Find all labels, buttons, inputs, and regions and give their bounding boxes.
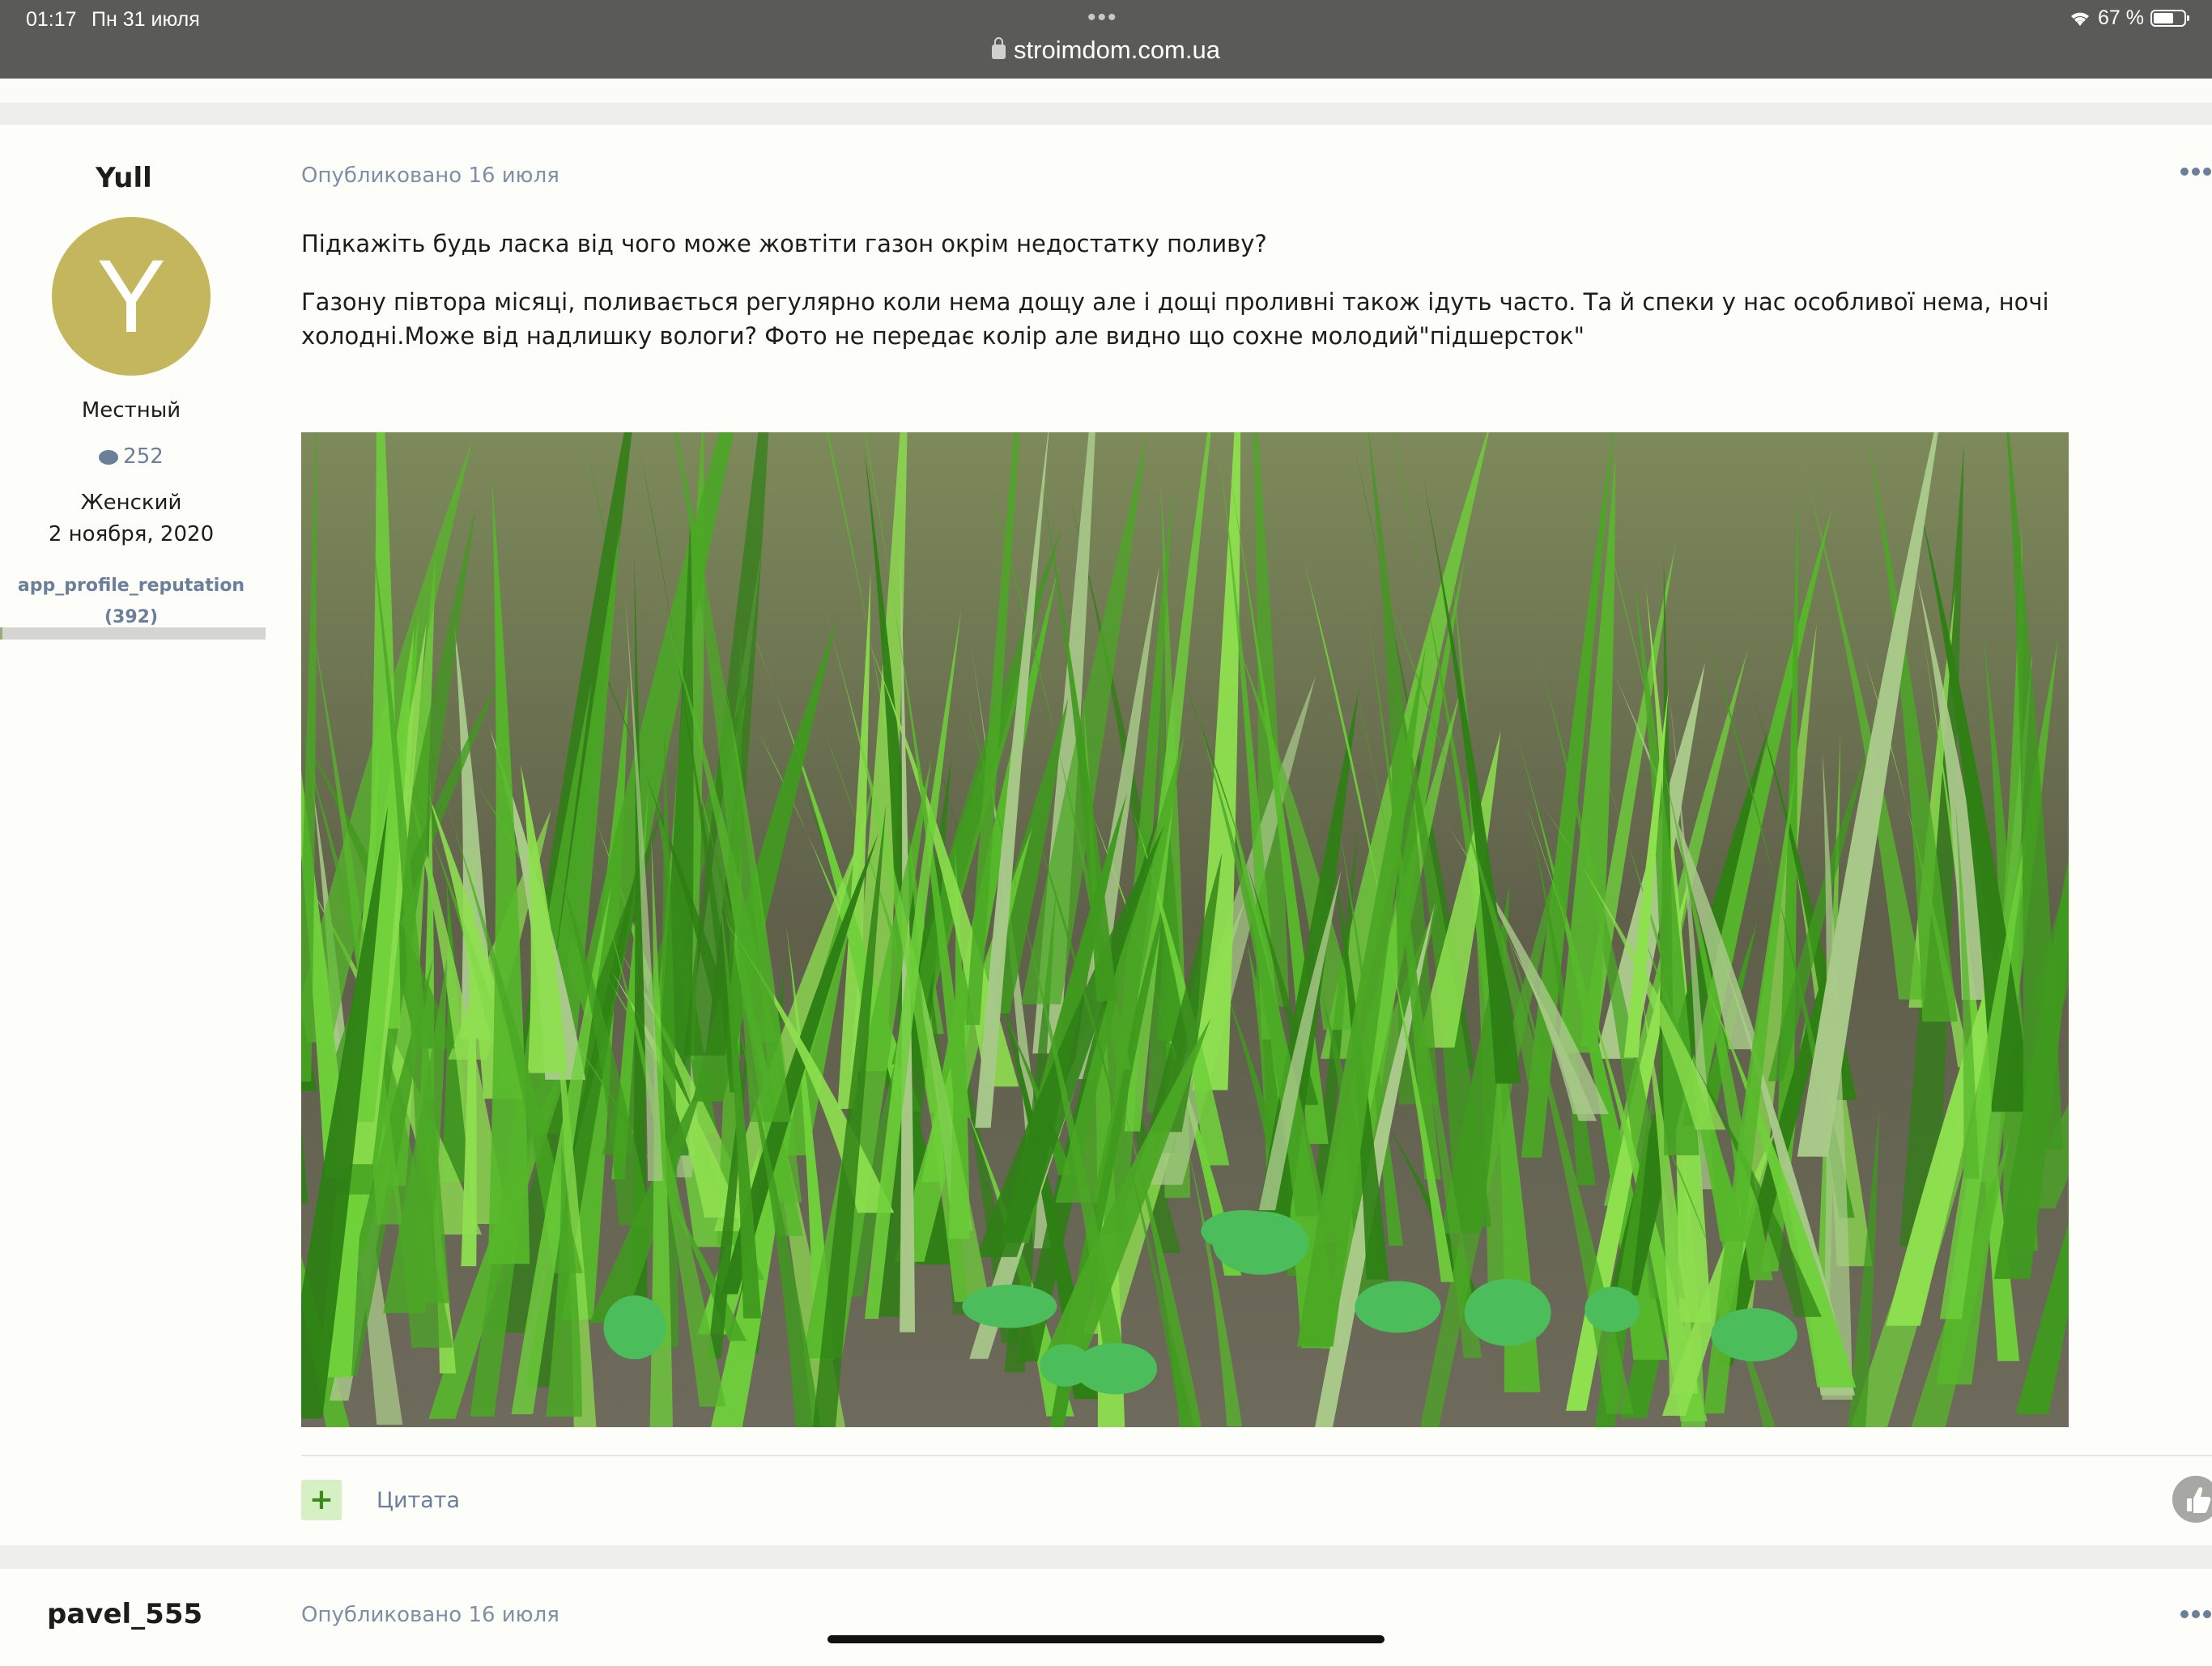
url-text: stroimdom.com.ua: [1014, 36, 1220, 64]
multiquote-button[interactable]: +: [301, 1480, 342, 1520]
status-time: 01:17: [26, 8, 77, 31]
comment-bubble-icon: [99, 450, 119, 465]
clover-leaf: [1464, 1278, 1551, 1346]
post-paragraph: Газону півтора місяці, поливається регул…: [301, 288, 2049, 350]
clover-leaf: [1711, 1308, 1797, 1362]
post: pavel_555 Опубликовано 16 июля: [0, 1569, 2212, 1666]
author-name[interactable]: Yull: [0, 162, 248, 194]
author-rank: Местный: [81, 398, 181, 423]
author-posts: 252: [0, 444, 262, 469]
clover-leaf: [1212, 1211, 1309, 1275]
clover-leaf: [962, 1284, 1057, 1328]
clover-leaf: [1040, 1344, 1091, 1387]
more-dots-icon[interactable]: •••: [1087, 6, 1118, 30]
reputation-label: app_profile_reputation: [17, 576, 245, 596]
more-options-icon[interactable]: [2180, 1609, 2212, 1619]
thumbs-up-icon: [2187, 1487, 2211, 1513]
reputation-bar: [0, 627, 266, 640]
post-divider: [301, 1455, 2212, 1456]
clover-leaf: [603, 1295, 666, 1360]
battery-percent: 67 %: [2098, 6, 2144, 29]
battery-icon: [2150, 10, 2189, 27]
plus-icon: +: [308, 1483, 334, 1516]
address-bar[interactable]: stroimdom.com.ua: [0, 36, 2212, 65]
more-options-icon[interactable]: [2180, 167, 2212, 176]
quote-button[interactable]: Цитата: [376, 1488, 460, 1513]
clover-leaf: [1585, 1286, 1640, 1332]
home-indicator[interactable]: [827, 1635, 1385, 1643]
like-button[interactable]: [2170, 1473, 2212, 1525]
post-date[interactable]: Опубликовано 16 июля: [301, 164, 559, 188]
post-date[interactable]: Опубликовано 16 июля: [301, 1603, 559, 1627]
status-date: Пн 31 июля: [91, 8, 200, 31]
previous-post-edge: [0, 79, 2212, 103]
author-joined: 2 ноября, 2020: [48, 522, 215, 546]
author-reputation: app_profile_reputation (392): [0, 570, 262, 633]
post-image[interactable]: [301, 432, 2069, 1427]
author-name[interactable]: pavel_555: [47, 1598, 202, 1630]
status-bar: 01:17 Пн 31 июля ••• stroimdom.com.ua 67…: [0, 0, 2212, 79]
wifi-icon: [2071, 12, 2090, 26]
avatar[interactable]: Y: [52, 217, 211, 376]
clover-leaf: [1355, 1281, 1441, 1333]
post-paragraph: Підкажіть будь ласка від чого може жовті…: [301, 230, 1267, 257]
author-gender: Женский: [80, 491, 182, 515]
post: Yull Y Местный 252 Женский 2 ноября, 202…: [0, 125, 2212, 1545]
status-right: 67 %: [2069, 6, 2189, 30]
author-posts-count: 252: [123, 444, 164, 469]
lock-icon: [992, 37, 1006, 59]
